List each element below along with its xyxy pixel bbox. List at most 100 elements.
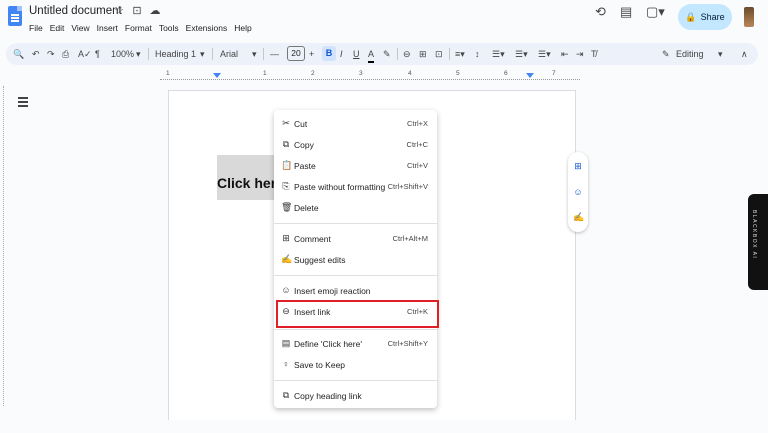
increase-font-size-button[interactable]: +	[309, 47, 314, 61]
document-outline-icon[interactable]	[18, 97, 28, 109]
docs-logo-icon[interactable]	[8, 6, 22, 26]
blackbox-ai-panel[interactable]: BLACKBOX AI	[748, 194, 768, 290]
emoji-icon: ☺	[281, 285, 291, 295]
move-folder-icon[interactable]: ⊡	[131, 4, 143, 17]
highlight-annotation-box	[276, 300, 439, 328]
search-menus-icon[interactable]: 🔍	[13, 47, 24, 61]
paste-plain-icon: ⎘	[282, 181, 290, 191]
scissors-icon: ✂	[282, 118, 290, 128]
italic-button[interactable]: I	[340, 47, 343, 61]
font-select[interactable]: Arial	[220, 47, 238, 61]
menu-item-label: Paste without formatting	[294, 182, 386, 192]
document-title[interactable]: Untitled document	[29, 5, 122, 17]
divider	[449, 48, 450, 60]
clipboard-icon: 📋	[281, 160, 293, 170]
collapse-toolbar-icon[interactable]: ∧	[741, 47, 748, 61]
menu-item-insert-emoji-reaction[interactable]: ☺ Insert emoji reaction	[274, 282, 437, 302]
ruler-number: 2	[311, 70, 315, 77]
menu-item-suggest-edits[interactable]: ✍ Suggest edits	[274, 251, 437, 271]
menu-item-cut[interactable]: ✂ Cut Ctrl+X	[274, 115, 437, 135]
comments-icon[interactable]: ▤	[620, 4, 632, 20]
paint-format-icon[interactable]: ¶	[95, 47, 100, 61]
chevron-down-icon: ▾	[136, 49, 141, 59]
menu-extensions[interactable]: Extensions	[186, 23, 228, 33]
star-icon[interactable]: ☆	[113, 4, 125, 17]
menu-item-shortcut: Ctrl+Shift+V	[387, 182, 428, 191]
version-history-icon[interactable]: ⟲	[595, 4, 606, 20]
blackbox-label: BLACKBOX AI	[751, 210, 757, 260]
ruler-number: 6	[504, 70, 508, 77]
menu-tools[interactable]: Tools	[159, 23, 179, 33]
emoji-reaction-icon[interactable]: ☺	[573, 187, 583, 197]
undo-icon[interactable]: ↶	[32, 47, 40, 61]
suggest-edit-icon: ✍	[281, 254, 293, 264]
menu-item-label: Define 'Click here'	[294, 339, 362, 349]
comment-icon: ⊞	[282, 233, 290, 243]
menu-format[interactable]: Format	[125, 23, 152, 33]
menu-item-copy[interactable]: ⧉ Copy Ctrl+C	[274, 136, 437, 156]
menu-item-paste-without-formatting[interactable]: ⎘ Paste without formatting Ctrl+Shift+V	[274, 178, 437, 198]
avatar[interactable]	[744, 7, 754, 27]
highlight-icon[interactable]: ✎	[383, 47, 391, 61]
menu-view[interactable]: View	[71, 23, 89, 33]
menu-item-shortcut: Ctrl+C	[406, 140, 428, 149]
print-icon[interactable]: ⎙	[62, 47, 69, 61]
menu-item-shortcut: Ctrl+Shift+Y	[387, 339, 428, 348]
menu-item-save-to-keep[interactable]: ♀ Save to Keep	[274, 356, 437, 376]
insert-image-icon[interactable]: ⊡	[435, 47, 443, 61]
text-color-button[interactable]: A	[368, 47, 375, 63]
menu-divider	[274, 223, 437, 224]
chevron-down-icon: ▾	[718, 49, 723, 59]
selected-heading-text[interactable]: Click here	[217, 155, 279, 200]
menu-item-define[interactable]: ▤ Define 'Click here' Ctrl+Shift+Y	[274, 335, 437, 355]
font-size-input[interactable]: 20	[287, 46, 305, 61]
ruler-number: 5	[456, 70, 460, 77]
checklist-icon[interactable]: ☰▾	[492, 47, 505, 61]
suggest-edits-icon[interactable]: ✍	[573, 212, 584, 222]
menu-item-label: Paste	[294, 161, 316, 171]
right-indent-marker[interactable]	[526, 73, 534, 78]
clear-formatting-icon[interactable]: T̸	[591, 47, 597, 61]
divider	[148, 48, 149, 60]
editing-mode-select[interactable]: Editing	[676, 47, 704, 61]
add-comment-icon[interactable]: ⊞	[419, 47, 427, 61]
align-icon[interactable]: ≡▾	[455, 47, 465, 61]
menu-help[interactable]: Help	[234, 23, 251, 33]
ruler-number: 1	[263, 70, 267, 77]
numbered-list-icon[interactable]: ☰▾	[538, 47, 551, 61]
menu-bar: File Edit View Insert Format Tools Exten…	[29, 23, 252, 33]
menu-insert[interactable]: Insert	[97, 23, 118, 33]
redo-icon[interactable]: ↷	[47, 47, 55, 61]
menu-item-delete[interactable]: 🗑 Delete	[274, 199, 437, 219]
add-comment-icon[interactable]: ⊞	[573, 161, 583, 171]
decrease-indent-icon[interactable]: ⇤	[561, 47, 569, 61]
insert-link-icon[interactable]: ⊖	[403, 47, 411, 61]
lock-icon: 🔒	[685, 11, 697, 22]
underline-button[interactable]: U	[353, 47, 360, 61]
menu-item-paste[interactable]: 📋 Paste Ctrl+V	[274, 157, 437, 177]
bold-button[interactable]: B	[322, 46, 336, 61]
left-indent-marker[interactable]	[213, 73, 221, 78]
meet-icon[interactable]: ▢▾	[646, 4, 665, 20]
zoom-select[interactable]: 100%	[111, 47, 134, 61]
increase-indent-icon[interactable]: ⇥	[576, 47, 584, 61]
horizontal-ruler[interactable]: 1 1 2 3 4 5 6 7	[160, 70, 580, 82]
ruler-line	[160, 79, 580, 80]
cloud-status-icon[interactable]: ☁	[149, 4, 161, 17]
bulleted-list-icon[interactable]: ☰▾	[515, 47, 528, 61]
menu-edit[interactable]: Edit	[50, 23, 65, 33]
menu-file[interactable]: File	[29, 23, 43, 33]
menu-item-shortcut: Ctrl+X	[406, 119, 428, 128]
share-button[interactable]: 🔒 Share	[678, 4, 732, 30]
spellcheck-icon[interactable]: A✓	[78, 47, 92, 61]
style-select[interactable]: Heading 1	[155, 47, 196, 61]
ruler-number: 3	[359, 70, 363, 77]
decrease-font-size-button[interactable]: —	[270, 47, 279, 61]
menu-item-comment[interactable]: ⊞ Comment Ctrl+Alt+M	[274, 230, 437, 250]
line-spacing-icon[interactable]: ↕	[475, 47, 480, 61]
menu-item-label: Copy heading link	[294, 391, 362, 401]
menu-item-shortcut: Ctrl+V	[406, 161, 428, 170]
menu-item-copy-heading-link[interactable]: ⧉ Copy heading link	[274, 387, 437, 407]
ruler-number: 7	[552, 70, 556, 77]
pencil-icon: ✎	[662, 49, 670, 59]
